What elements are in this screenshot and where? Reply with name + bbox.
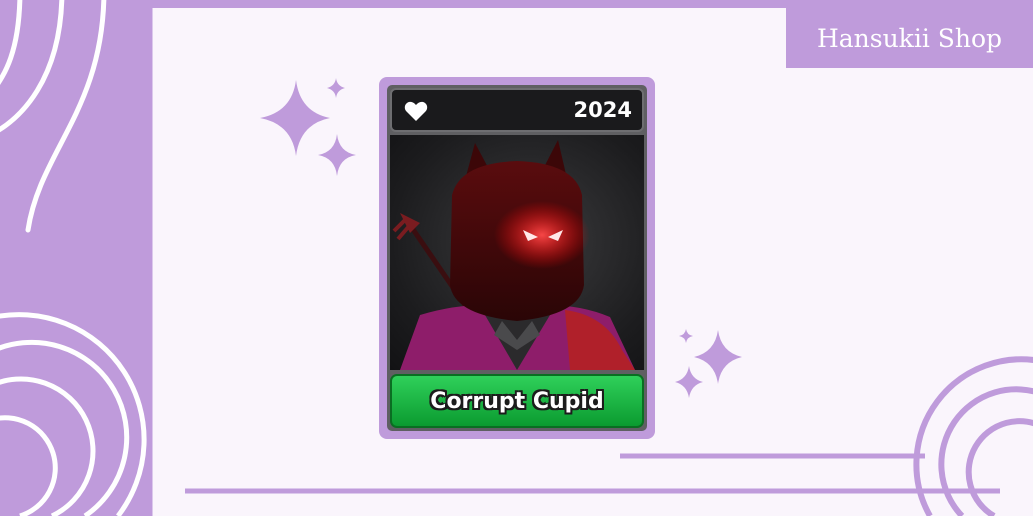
card-frame: 2024 Corrupt Cupid [387, 85, 647, 431]
item-image [390, 135, 644, 370]
shop-name-label: Hansukii Shop [786, 8, 1033, 68]
item-name-bar[interactable]: Corrupt Cupid [390, 374, 644, 428]
red-devil-avatar-icon [392, 140, 635, 370]
item-name: Corrupt Cupid [430, 388, 604, 414]
item-card[interactable]: 2024 Corrupt Cupid [379, 77, 655, 439]
card-header: 2024 [390, 88, 644, 132]
heart-icon[interactable] [404, 100, 428, 122]
card-year: 2024 [573, 98, 632, 122]
